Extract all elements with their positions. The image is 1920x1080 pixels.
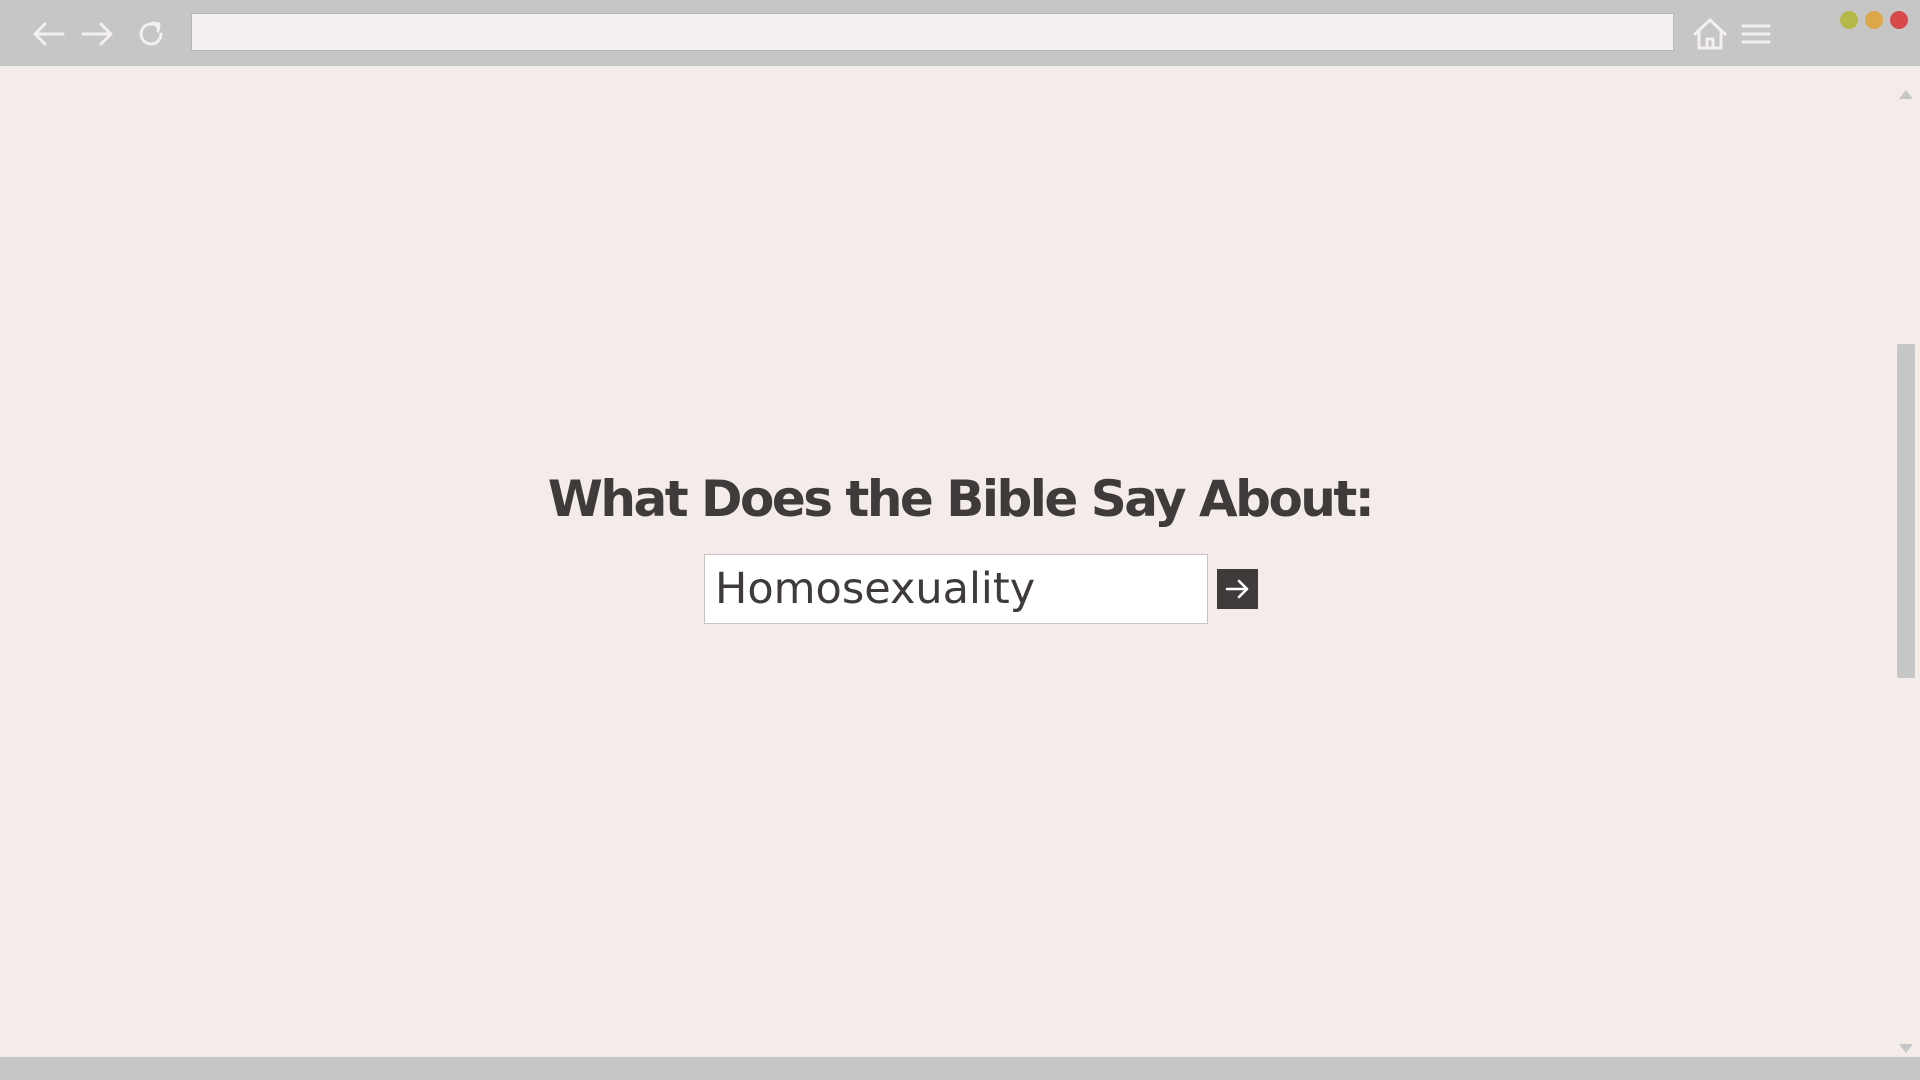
topic-search-input[interactable] bbox=[704, 554, 1208, 624]
maximize-button[interactable] bbox=[1865, 11, 1883, 29]
minimize-button[interactable] bbox=[1840, 11, 1858, 29]
page-viewport: What Does the Bible Say About: bbox=[0, 66, 1892, 1057]
home-button[interactable] bbox=[1690, 14, 1730, 54]
page-content: What Does the Bible Say About: bbox=[0, 66, 1892, 1057]
forward-button[interactable] bbox=[78, 14, 118, 54]
window-controls bbox=[1840, 11, 1908, 29]
status-bar bbox=[0, 1057, 1920, 1080]
browser-window: What Does the Bible Say About: bbox=[0, 0, 1920, 1080]
search-submit-button[interactable] bbox=[1217, 569, 1258, 609]
close-button[interactable] bbox=[1890, 11, 1908, 29]
hamburger-menu-icon bbox=[1741, 24, 1771, 44]
arrow-left-icon bbox=[33, 22, 65, 46]
back-button[interactable] bbox=[28, 14, 68, 54]
scrollbar-thumb[interactable] bbox=[1897, 344, 1915, 678]
browser-toolbar bbox=[0, 0, 1920, 66]
reload-button[interactable] bbox=[131, 14, 171, 54]
page-title: What Does the Bible Say About: bbox=[547, 470, 1375, 528]
reload-icon bbox=[139, 21, 163, 46]
menu-button[interactable] bbox=[1736, 14, 1776, 54]
arrow-right-icon bbox=[81, 22, 113, 46]
arrow-right-icon bbox=[1225, 579, 1248, 599]
scroll-down-arrow-icon[interactable] bbox=[1899, 1044, 1913, 1053]
home-icon bbox=[1693, 18, 1727, 50]
address-bar[interactable] bbox=[191, 13, 1674, 51]
scroll-up-arrow-icon[interactable] bbox=[1899, 90, 1913, 99]
vertical-scrollbar[interactable] bbox=[1892, 66, 1920, 1057]
topic-search-form bbox=[704, 554, 1258, 624]
